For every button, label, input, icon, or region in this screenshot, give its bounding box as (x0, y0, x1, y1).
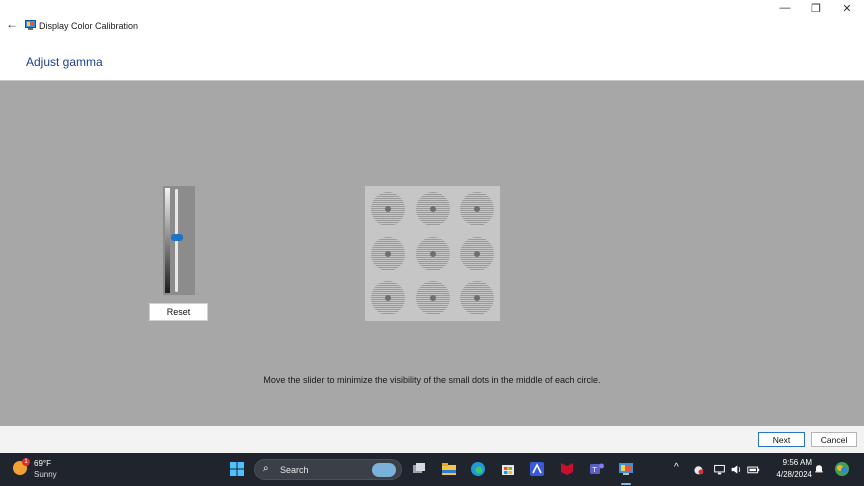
calibration-app-icon[interactable] (618, 461, 634, 477)
app-icon[interactable] (529, 461, 545, 477)
gamma-test-circle (371, 237, 405, 271)
gamma-test-dot (385, 206, 391, 212)
taskbar-search-box[interactable]: ⌕ Search (254, 459, 402, 480)
edge-icon[interactable] (470, 461, 486, 477)
calibration-stage: Reset Move the slider to minimize the vi… (0, 80, 864, 426)
cancel-button[interactable]: Cancel (811, 432, 857, 447)
search-icon: ⌕ (263, 463, 269, 474)
gamma-test-pattern (365, 186, 500, 321)
gamma-test-circle (416, 281, 450, 315)
search-highlight-image (372, 463, 396, 477)
gamma-test-circle (460, 192, 494, 226)
gamma-test-dot (385, 295, 391, 301)
tray-overflow-chevron-icon[interactable]: ^ (674, 462, 679, 473)
display-calibration-app-icon (25, 20, 36, 30)
clock-time[interactable]: 9:56 AM (772, 458, 812, 467)
clock-date[interactable]: 4/28/2024 (766, 470, 812, 479)
close-button[interactable]: ✕ (835, 2, 859, 15)
volume-icon[interactable] (730, 463, 743, 476)
search-label: Search (280, 465, 309, 475)
svg-text:T: T (592, 466, 598, 474)
gamma-slider-thumb[interactable] (171, 234, 183, 242)
reset-button[interactable]: Reset (149, 303, 208, 321)
gamma-test-circle (371, 192, 405, 226)
weather-condition[interactable]: Sunny (34, 470, 57, 479)
cloud-sync-icon[interactable] (692, 463, 705, 476)
teams-icon[interactable]: T (589, 461, 605, 477)
gamma-test-circle (416, 192, 450, 226)
gamma-test-circle (460, 237, 494, 271)
gamma-test-circle (460, 281, 494, 315)
battery-icon[interactable] (747, 463, 760, 476)
taskbar: 1 69°F Sunny ⌕ Search T ^ 9:56 AM 4/28/2… (0, 453, 864, 486)
gamma-test-circle (371, 281, 405, 315)
gamma-gradient-bar (165, 188, 170, 293)
gamma-test-dot (385, 251, 391, 257)
gamma-slider[interactable] (163, 186, 195, 295)
gamma-test-dot (430, 251, 436, 257)
minimize-button[interactable]: — (773, 2, 797, 14)
restore-button[interactable]: ❐ (804, 2, 828, 15)
store-icon[interactable] (500, 461, 516, 477)
gamma-test-circle (416, 237, 450, 271)
back-arrow-icon[interactable]: ← (6, 17, 18, 31)
next-button[interactable]: Next (758, 432, 805, 447)
task-view-icon[interactable] (411, 461, 427, 477)
page-heading: Adjust gamma (26, 55, 103, 69)
network-icon[interactable] (713, 463, 726, 476)
gamma-test-dot (474, 295, 480, 301)
notification-bell-icon[interactable] (813, 463, 825, 475)
gamma-test-dot (430, 295, 436, 301)
instruction-text: Move the slider to minimize the visibili… (263, 375, 601, 385)
gamma-test-dot (474, 206, 480, 212)
active-app-indicator (621, 483, 631, 485)
gamma-test-dot (474, 251, 480, 257)
weather-badge: 1 (22, 458, 30, 466)
mcafee-icon[interactable] (559, 461, 575, 477)
copilot-icon[interactable] (834, 461, 850, 477)
gamma-test-dot (430, 206, 436, 212)
title-bar: ← Display Color Calibration — ❐ ✕ (0, 0, 864, 40)
wizard-footer: Next Cancel (0, 426, 864, 453)
weather-temperature[interactable]: 69°F (34, 459, 51, 468)
window-title: Display Color Calibration (39, 21, 139, 31)
start-icon[interactable] (229, 461, 245, 477)
file-explorer-icon[interactable] (441, 461, 457, 477)
